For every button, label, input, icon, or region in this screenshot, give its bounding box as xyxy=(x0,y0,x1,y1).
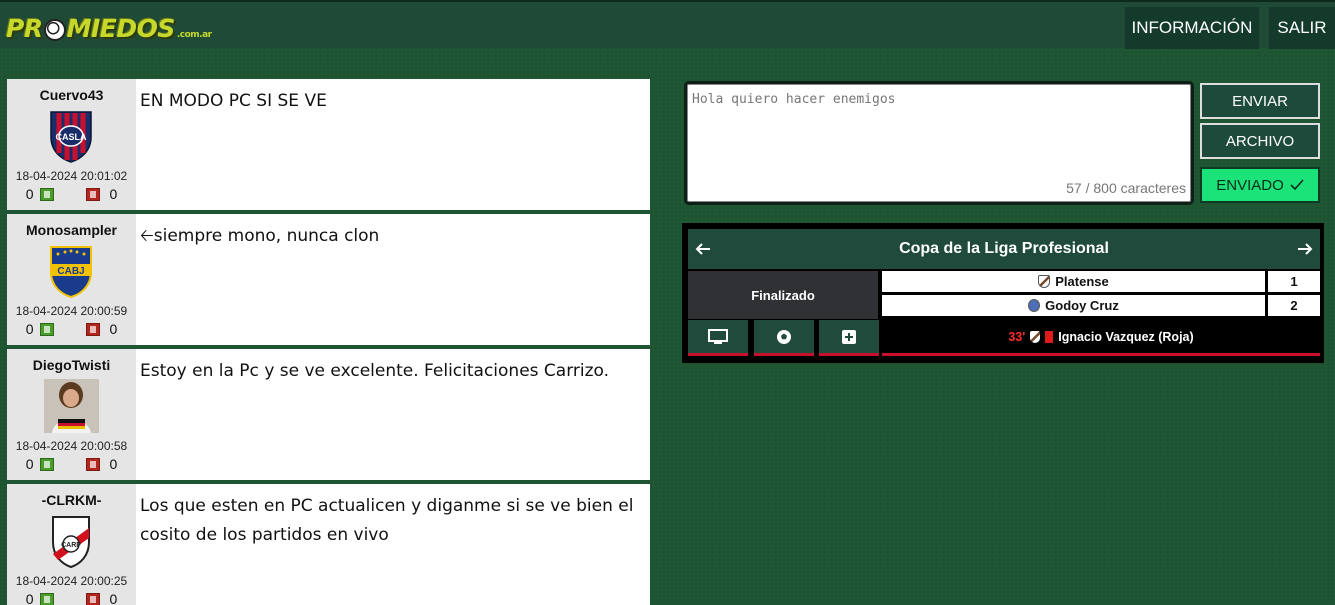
arrow-right-icon[interactable] xyxy=(1290,229,1320,269)
competition-title: Copa de la Liga Profesional xyxy=(899,240,1109,257)
platense-crest-icon xyxy=(1038,275,1051,288)
downvote-count: 0 xyxy=(109,456,118,472)
post-text: EN MODO PC SI SE VE xyxy=(140,91,327,111)
upvote-count: 0 xyxy=(25,186,34,202)
thumbs-up-icon[interactable] xyxy=(39,457,54,471)
post-item: -CLRKM- CARP 18-04-2024 20:00:25 0 0 Los… xyxy=(7,484,650,605)
san-lorenzo-crest-icon: CASLA xyxy=(50,111,92,163)
home-team-name: Platense xyxy=(1055,274,1109,289)
post-author-panel: -CLRKM- CARP 18-04-2024 20:00:25 0 0 xyxy=(7,484,136,605)
enviado-label: ENVIADO xyxy=(1216,176,1284,194)
home-score: 1 xyxy=(1268,271,1320,292)
thumbs-up-icon[interactable] xyxy=(39,322,54,336)
post-votes: 0 0 xyxy=(7,186,136,202)
post-text: Estoy en la Pc y se ve excelente. Felici… xyxy=(140,361,610,381)
upvote-count: 0 xyxy=(25,321,34,337)
message-input[interactable] xyxy=(689,86,1189,176)
post-date: 18-04-2024 20:00:58 xyxy=(15,439,128,453)
competition-header: Copa de la Liga Profesional xyxy=(688,229,1320,269)
downvote-count: 0 xyxy=(109,321,118,337)
post-text: 🡠siempre mono, nunca clon xyxy=(140,226,380,246)
upvote-count: 0 xyxy=(25,456,34,472)
river-plate-crest-icon: CARP xyxy=(52,516,90,568)
post-author-panel: DiegoTwisti 18-04-2024 20:00:58 0 0 xyxy=(7,349,136,480)
post-username[interactable]: Cuervo43 xyxy=(7,87,136,103)
ball-icon xyxy=(43,19,66,41)
char-counter: 57 / 800 caracteres xyxy=(1066,180,1186,196)
post-username[interactable]: DiegoTwisti xyxy=(7,357,136,373)
enviado-button[interactable]: ENVIADO xyxy=(1200,167,1320,203)
tv-icon[interactable] xyxy=(688,320,748,356)
boca-juniors-crest-icon: CABJ xyxy=(50,246,92,298)
post-author-panel: Monosampler CABJ 18-04-2024 20:00:59 0 0 xyxy=(7,214,136,345)
post-date: 18-04-2024 20:01:02 xyxy=(15,169,128,183)
post-votes: 0 0 xyxy=(7,591,136,605)
svg-text:CARP: CARP xyxy=(61,542,81,549)
platense-crest-icon xyxy=(1030,330,1041,343)
svg-text:CABJ: CABJ xyxy=(57,266,84,277)
post-date: 18-04-2024 20:00:59 xyxy=(15,304,128,318)
check-icon xyxy=(1290,179,1304,191)
thumbs-up-icon[interactable] xyxy=(39,592,54,605)
arrow-left-icon[interactable] xyxy=(688,229,718,269)
thumbs-down-icon[interactable] xyxy=(85,592,100,605)
player-photo-avatar xyxy=(44,379,99,433)
post-item: Monosampler CABJ 18-04-2024 20:00:59 0 0… xyxy=(7,214,650,345)
away-score: 2 xyxy=(1268,295,1320,316)
home-team-row[interactable]: Platense xyxy=(882,271,1265,292)
top-bar: PR MIEDOS .com.ar INFORMACIÓN SALIR xyxy=(0,0,1335,49)
away-team-row[interactable]: Godoy Cruz xyxy=(882,295,1265,316)
red-card-icon xyxy=(1045,330,1054,343)
away-team-name: Godoy Cruz xyxy=(1045,298,1119,313)
post-date: 18-04-2024 20:00:25 xyxy=(15,574,128,588)
live-scoreboard: Copa de la Liga Profesional Finalizado P… xyxy=(682,223,1324,363)
informacion-button[interactable]: INFORMACIÓN xyxy=(1125,7,1259,49)
post-votes: 0 0 xyxy=(7,456,136,472)
archivo-button[interactable]: ARCHIVO xyxy=(1200,123,1320,159)
post-votes: 0 0 xyxy=(7,321,136,337)
salir-button[interactable]: SALIR xyxy=(1269,7,1335,49)
downvote-count: 0 xyxy=(109,591,118,605)
event-text: Ignacio Vazquez (Roja) xyxy=(1058,329,1194,344)
post-text: Los que esten en PC actualicen y diganme… xyxy=(140,496,634,545)
match-status: Finalizado xyxy=(688,271,878,319)
post-username[interactable]: Monosampler xyxy=(7,222,136,238)
plus-icon[interactable] xyxy=(819,320,879,356)
message-composer: 57 / 800 caracteres xyxy=(684,81,1194,205)
thumbs-down-icon[interactable] xyxy=(85,187,100,201)
godoy-cruz-crest-icon xyxy=(1028,299,1041,312)
svg-text:CASLA: CASLA xyxy=(56,132,87,142)
match-event: 33' Ignacio Vazquez (Roja) xyxy=(882,320,1320,356)
post-item: DiegoTwisti 18-04-2024 20:00:58 0 0 Esto… xyxy=(7,349,650,480)
upvote-count: 0 xyxy=(25,591,34,605)
thumbs-down-icon[interactable] xyxy=(85,322,100,336)
enviar-button[interactable]: ENVIAR xyxy=(1200,83,1320,119)
thumbs-down-icon[interactable] xyxy=(85,457,100,471)
site-logo[interactable]: PR MIEDOS .com.ar xyxy=(6,9,212,43)
post-item: Cuervo43 CASLA 18-04-2024 20:01:02 0 0 E… xyxy=(7,79,650,210)
event-minute: 33' xyxy=(1008,329,1026,344)
post-username[interactable]: -CLRKM- xyxy=(7,492,136,508)
post-author-panel: Cuervo43 CASLA 18-04-2024 20:01:02 0 0 xyxy=(7,79,136,210)
thumbs-up-icon[interactable] xyxy=(39,187,54,201)
downvote-count: 0 xyxy=(109,186,118,202)
soccer-ball-icon[interactable] xyxy=(754,320,814,356)
